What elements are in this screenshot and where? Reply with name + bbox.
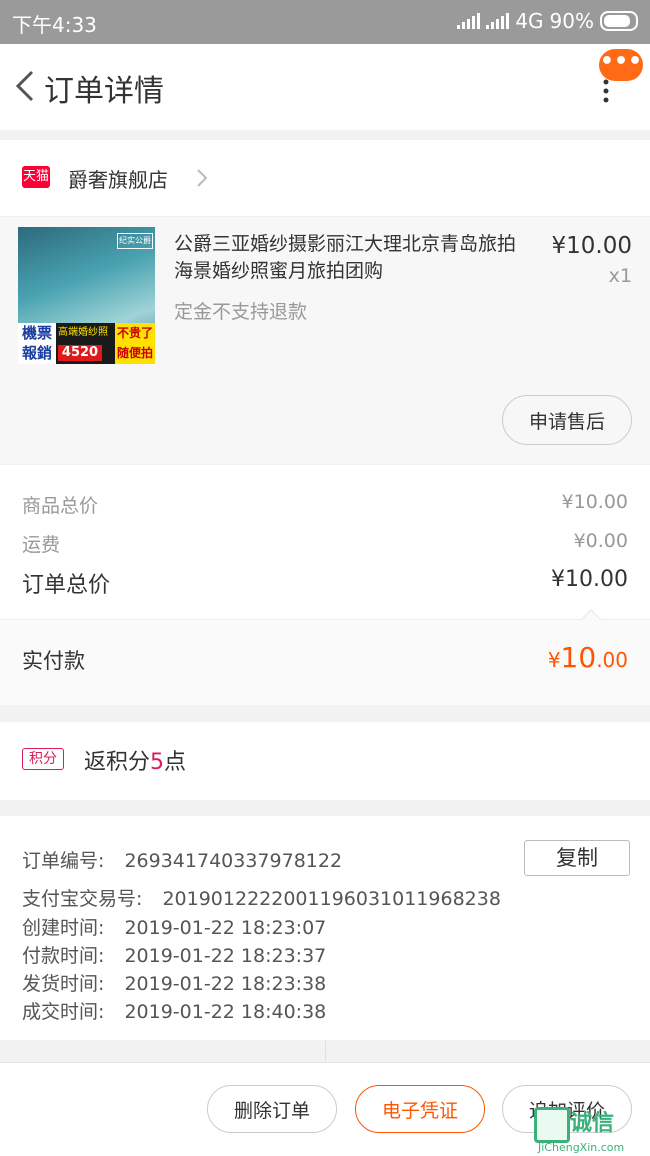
thumb-tag: 纪实公爵 <box>117 233 153 249</box>
order-number-row: 订单编号: 269341740337978122 <box>22 846 342 873</box>
battery-percent: 90% <box>549 9 594 33</box>
e-voucher-button[interactable]: 电子凭证 <box>355 1085 485 1133</box>
more-badge[interactable]: ••• <box>599 49 643 81</box>
order-number-label: 订单编号: <box>22 850 105 872</box>
order-item[interactable]: 纪实公爵 機票報銷 高端婚纱照 4520 不贵了随便拍 公爵三亚婚纱摄影丽江大理… <box>0 217 650 464</box>
order-total-label: 订单总价 <box>22 573 111 598</box>
chevron-right-icon <box>197 169 208 187</box>
watermark-sub: JiChengXin.com <box>538 1141 625 1154</box>
paid-time-row: 付款时间: 2019-01-22 18:23:37 <box>22 941 326 968</box>
shop-name[interactable]: 爵奢旗舰店 <box>68 164 168 193</box>
shipped-row: 发货时间: 2019-01-22 18:23:38 <box>22 969 326 996</box>
created-label: 创建时间: <box>22 917 105 939</box>
shipping-row: 运费 ¥0.00 <box>22 530 628 564</box>
shipping-value: ¥0.00 <box>573 530 628 552</box>
completed-label: 成交时间: <box>22 1001 105 1023</box>
shop-header[interactable]: 天猫 爵奢旗舰店 <box>0 140 650 217</box>
points-prefix: 返积分 <box>84 750 151 775</box>
status-right: 4G 90% <box>457 9 638 33</box>
item-price: ¥10.00 <box>551 233 632 259</box>
watermark-text: 诚信 <box>570 1111 615 1136</box>
created-value: 2019-01-22 18:23:07 <box>124 917 327 939</box>
tmall-icon: 天猫 <box>22 166 50 188</box>
points-value: 5 <box>150 750 165 775</box>
status-bar: 下午4:33 4G 90% <box>0 0 650 44</box>
thumb-ticket: 機票報銷 <box>18 323 56 364</box>
signal-icon-2 <box>486 13 510 29</box>
item-note: 定金不支持退款 <box>174 301 308 323</box>
paid-label: 实付款 <box>22 649 85 673</box>
thumb-slogan: 不贵了随便拍 <box>115 323 155 364</box>
paid-time-value: 2019-01-22 18:23:37 <box>124 945 327 967</box>
after-sale-button[interactable]: 申请售后 <box>502 395 632 445</box>
network-type: 4G <box>515 9 544 33</box>
goods-total-label: 商品总价 <box>22 495 99 517</box>
points-suffix: 点 <box>164 750 187 775</box>
completed-row: 成交时间: 2019-01-22 18:40:38 <box>22 997 326 1024</box>
delete-order-button[interactable]: 删除订单 <box>207 1085 337 1133</box>
divider <box>325 1041 326 1062</box>
nav-bar: 订单详情 <box>0 44 650 130</box>
created-row: 创建时间: 2019-01-22 18:23:07 <box>22 913 326 940</box>
thumb-price-tag: 4520 <box>58 345 102 361</box>
order-total-row: 订单总价 ¥10.00 <box>22 567 628 601</box>
price-summary: 商品总价 ¥10.00 运费 ¥0.00 订单总价 ¥10.00 实付款 ¥10… <box>0 465 650 705</box>
caret-up-icon <box>581 609 601 621</box>
signal-icon <box>457 13 481 29</box>
thumb-headline: 高端婚纱照 <box>58 327 108 338</box>
alipay-label: 支付宝交易号: <box>22 888 143 910</box>
back-icon[interactable] <box>8 66 44 106</box>
paid-time-label: 付款时间: <box>22 945 105 967</box>
paid-currency: ¥ <box>547 648 561 672</box>
status-time: 下午4:33 <box>12 13 97 37</box>
goods-total-value: ¥10.00 <box>561 491 628 513</box>
watermark: 诚信 JiChengXin.com <box>534 1097 650 1155</box>
item-thumbnail[interactable]: 纪实公爵 機票報銷 高端婚纱照 4520 不贵了随便拍 <box>18 227 155 364</box>
order-total-value: ¥10.00 <box>551 567 628 592</box>
shipped-label: 发货时间: <box>22 973 105 995</box>
alipay-value: 2019012222001196031011968238 <box>162 888 501 910</box>
completed-value: 2019-01-22 18:40:38 <box>124 1001 327 1023</box>
paid-dec: .00 <box>596 648 628 672</box>
shipping-label: 运费 <box>22 534 61 556</box>
item-title[interactable]: 公爵三亚婚纱摄影丽江大理北京青岛旅拍海景婚纱照蜜月旅拍团购 <box>174 231 526 285</box>
order-info: 订单编号: 269341740337978122 复制 支付宝交易号: 2019… <box>0 816 650 1040</box>
page-title: 订单详情 <box>44 74 164 109</box>
item-quantity: x1 <box>608 265 632 287</box>
divider <box>0 619 650 620</box>
points-section: 积分 返积分5点 <box>0 722 650 800</box>
goods-total-row: 商品总价 ¥10.00 <box>22 491 628 525</box>
copy-button[interactable]: 复制 <box>524 840 630 876</box>
points-text: 返积分5点 <box>84 744 186 776</box>
paid-value: ¥10.00 <box>548 641 628 674</box>
paid-int: 10 <box>560 641 597 674</box>
shipped-value: 2019-01-22 18:23:38 <box>124 973 327 995</box>
battery-icon <box>600 11 638 31</box>
alipay-row: 支付宝交易号: 2019012222001196031011968238 <box>22 884 501 911</box>
points-badge: 积分 <box>22 748 64 770</box>
watermark-logo-icon <box>534 1107 570 1143</box>
order-number-value: 269341740337978122 <box>124 850 343 872</box>
